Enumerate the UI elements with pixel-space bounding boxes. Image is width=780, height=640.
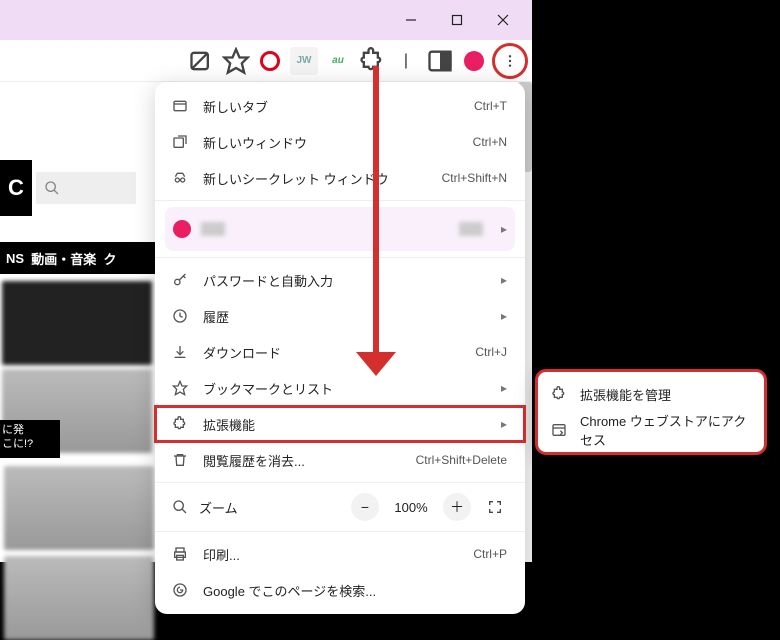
menu-separator xyxy=(155,257,525,258)
menu-label: ズーム xyxy=(199,498,341,517)
extensions-puzzle-icon[interactable] xyxy=(358,47,386,75)
adblock-icon[interactable] xyxy=(188,47,216,75)
fullscreen-button[interactable] xyxy=(481,493,509,521)
category-nav[interactable]: NS 動画・音楽 ク xyxy=(0,242,155,274)
annotation-arrow-head xyxy=(356,352,396,376)
profile-dot-icon xyxy=(173,220,191,238)
menu-separator xyxy=(155,482,525,483)
menu-shortcut: Ctrl+N xyxy=(473,135,507,149)
new-window-icon xyxy=(171,133,189,151)
menu-shortcut: Ctrl+P xyxy=(473,547,507,561)
menu-label: 印刷... xyxy=(203,545,459,564)
menu-shortcut: Ctrl+J xyxy=(475,345,507,359)
menu-passwords[interactable]: パスワードと自動入力 ▸ xyxy=(155,262,525,298)
menu-label: 閲覧履歴を消去... xyxy=(203,451,402,470)
bookmark-star-icon[interactable] xyxy=(222,47,250,75)
profile-sync-blurred xyxy=(459,222,483,236)
menu-print[interactable]: 印刷... Ctrl+P xyxy=(155,536,525,572)
extensions-submenu: 拡張機能を管理 Chrome ウェブストアにアクセス xyxy=(536,370,766,454)
new-tab-icon xyxy=(171,97,189,115)
search-input[interactable] xyxy=(36,172,136,204)
menu-history[interactable]: 履歴 ▸ xyxy=(155,298,525,334)
menu-zoom: ズーム − 100% ＋ xyxy=(155,487,525,527)
minimize-button[interactable] xyxy=(388,4,434,36)
maximize-button[interactable] xyxy=(434,4,480,36)
menu-label: Google でこのページを検索... xyxy=(203,581,507,600)
google-icon xyxy=(171,581,189,599)
side-panel-icon[interactable] xyxy=(426,47,454,75)
close-button[interactable] xyxy=(480,4,526,36)
trash-icon xyxy=(171,451,189,469)
webstore-icon xyxy=(550,421,568,439)
site-logo[interactable]: C xyxy=(0,160,32,216)
history-icon xyxy=(171,307,189,325)
thumbnail[interactable] xyxy=(4,466,154,550)
thumbnail-caption: に発こに!? xyxy=(0,420,60,458)
menu-new-window[interactable]: 新しいウィンドウ Ctrl+N xyxy=(155,124,525,160)
menu-downloads[interactable]: ダウンロード Ctrl+J xyxy=(155,334,525,370)
chevron-right-icon: ▸ xyxy=(501,309,507,323)
bookmark-star-icon xyxy=(171,379,189,397)
submenu-label: 拡張機能を管理 xyxy=(580,385,671,404)
nav-video[interactable]: 動画・音楽 xyxy=(31,249,96,268)
profile-avatar[interactable] xyxy=(460,47,488,75)
opera-extension-icon[interactable] xyxy=(256,47,284,75)
menu-new-incognito[interactable]: 新しいシークレット ウィンドウ Ctrl+Shift+N xyxy=(155,160,525,196)
menu-new-tab[interactable]: 新しいタブ Ctrl+T xyxy=(155,88,525,124)
divider: | xyxy=(392,47,420,75)
submenu-chrome-webstore[interactable]: Chrome ウェブストアにアクセス xyxy=(536,412,766,448)
main-menu: 新しいタブ Ctrl+T 新しいウィンドウ Ctrl+N 新しいシークレット ウ… xyxy=(155,82,525,614)
incognito-icon xyxy=(171,169,189,187)
submenu-label: Chrome ウェブストアにアクセス xyxy=(580,411,752,449)
profile-name-blurred xyxy=(201,222,225,236)
menu-search-page[interactable]: Google でこのページを検索... xyxy=(155,572,525,608)
annotation-arrow xyxy=(373,66,379,362)
extensions-puzzle-icon xyxy=(171,415,189,433)
extension-icon-3[interactable]: au xyxy=(324,47,352,75)
extension-icon-2[interactable]: JW xyxy=(290,47,318,75)
zoom-icon xyxy=(171,498,189,516)
download-icon xyxy=(171,343,189,361)
menu-shortcut: Ctrl+Shift+Delete xyxy=(416,453,507,467)
menu-label: 新しいタブ xyxy=(203,97,460,116)
menu-label: 履歴 xyxy=(203,307,479,326)
menu-label: ブックマークとリスト xyxy=(203,379,479,398)
chevron-right-icon: ▸ xyxy=(501,381,507,395)
zoom-in-button[interactable]: ＋ xyxy=(443,493,471,521)
menu-label: ダウンロード xyxy=(203,343,461,362)
menu-profile-row[interactable]: ▸ xyxy=(165,207,515,251)
menu-clear-browsing-data[interactable]: 閲覧履歴を消去... Ctrl+Shift+Delete xyxy=(155,442,525,478)
zoom-out-button[interactable]: − xyxy=(351,493,379,521)
menu-separator xyxy=(155,531,525,532)
nav-more[interactable]: ク xyxy=(104,249,117,268)
thumbnail[interactable] xyxy=(4,556,154,640)
zoom-value: 100% xyxy=(389,500,433,515)
chevron-right-icon: ▸ xyxy=(501,273,507,287)
menu-shortcut: Ctrl+T xyxy=(474,99,507,113)
submenu-manage-extensions[interactable]: 拡張機能を管理 xyxy=(536,376,766,412)
menu-shortcut: Ctrl+Shift+N xyxy=(442,171,507,185)
extensions-puzzle-icon xyxy=(550,385,568,403)
menu-label: 新しいウィンドウ xyxy=(203,133,459,152)
menu-separator xyxy=(155,200,525,201)
browser-toolbar: JW au | xyxy=(0,40,532,82)
kebab-menu-button[interactable] xyxy=(494,45,526,77)
print-icon xyxy=(171,545,189,563)
chevron-right-icon: ▸ xyxy=(501,222,507,236)
menu-label: パスワードと自動入力 xyxy=(203,271,479,290)
menu-label: 新しいシークレット ウィンドウ xyxy=(203,169,428,188)
menu-extensions[interactable]: 拡張機能 ▸ xyxy=(155,406,525,442)
menu-label: 拡張機能 xyxy=(203,415,479,434)
key-icon xyxy=(171,271,189,289)
chevron-right-icon: ▸ xyxy=(501,417,507,431)
thumbnail[interactable] xyxy=(2,281,152,365)
menu-bookmarks[interactable]: ブックマークとリスト ▸ xyxy=(155,370,525,406)
window-title-bar xyxy=(0,0,532,40)
nav-ns[interactable]: NS xyxy=(6,251,24,266)
